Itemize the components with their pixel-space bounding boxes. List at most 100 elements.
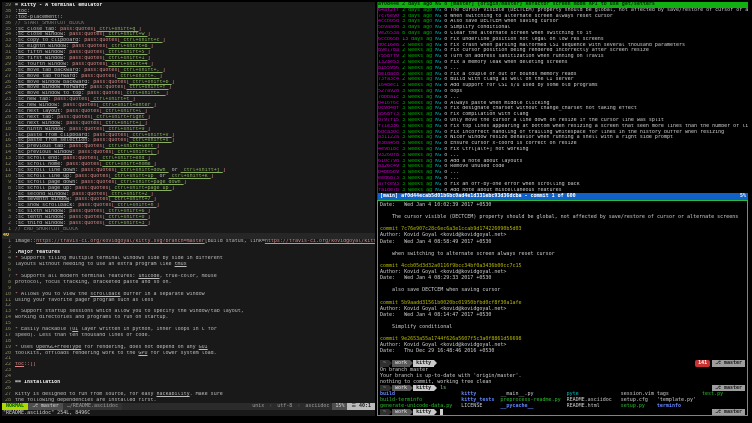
- text-segment: layer written in python, inner loops in …: [78, 327, 216, 332]
- text-segment: sc_sixth_window: [18, 209, 63, 214]
- text-segment: sc_new_tab: [18, 97, 48, 102]
- text-segment: ]: [147, 221, 150, 226]
- text-segment: ::[]: [24, 362, 36, 367]
- text-segment: pass:quotes[: [93, 80, 129, 85]
- text-segment: pass:quotes[: [72, 62, 108, 67]
- text-segment: pass:quotes[: [57, 115, 93, 120]
- editor-buffer[interactable]: 39= kitty - A terminal emulator38:toc:37…: [2, 2, 375, 403]
- text-segment: sc_next_tab: [18, 115, 51, 120]
- statusline-filetype: asciidoc: [302, 403, 332, 410]
- text-segment: toc: [15, 362, 24, 367]
- text-segment: `ctrl+shift+4`: [108, 62, 150, 67]
- text-segment: sc_paste_from_clipboard: [18, 133, 87, 138]
- text-segment: pass:quotes[: [75, 174, 111, 179]
- text-segment: sc_first_window: [18, 56, 63, 61]
- text-segment: pass:quotes[: [66, 121, 102, 126]
- text-segment: `ctrl+shift+8`: [108, 44, 150, 49]
- text-segment: ]: [144, 109, 147, 114]
- text-segment: layouts without needing to use an extra …: [15, 262, 175, 267]
- text-segment: pass:quotes[: [69, 221, 105, 226]
- text-segment: `ctrl+shift+q`: [96, 27, 138, 32]
- text-segment: ]: [157, 203, 160, 208]
- text-segment: Allows you to view the: [21, 292, 90, 297]
- vim-editor-pane[interactable]: 39= kitty - A terminal emulator38:toc:37…: [2, 2, 375, 416]
- text-segment: `ctrl+shift+t`: [90, 97, 132, 102]
- file-name: LICENSE: [461, 403, 500, 409]
- text-segment: pass:quotes[: [63, 156, 99, 161]
- text-segment: :: [27, 9, 30, 14]
- text-segment: sc_fourth_window: [18, 62, 66, 67]
- text-segment: kitty is designed to run from source, fo…: [15, 392, 156, 397]
- text-segment: ]: [151, 192, 154, 197]
- lines-icon: ☰: [351, 403, 355, 410]
- text-segment: `ctrl+shift+.`: [117, 74, 159, 79]
- text-segment: pass:quotes[: [87, 91, 123, 96]
- shell-prompt-line[interactable]: ~workkitty⎇ master: [380, 409, 745, 415]
- text-segment: , true-color, mouse: [160, 274, 217, 279]
- text-segment: pass:quotes[: [78, 203, 114, 208]
- text-segment: sc_tenth_window: [18, 215, 63, 220]
- text-segment: `ctrl+shift+,`: [120, 68, 162, 73]
- text-segment: ]: [154, 197, 157, 202]
- text-segment: Uses: [21, 345, 36, 350]
- text-segment: pass:quotes[: [84, 38, 120, 43]
- text-segment: ]: [211, 174, 214, 179]
- text-segment: `ctrl+shift+6`: [105, 209, 147, 214]
- text-segment: ]: [169, 85, 172, 90]
- text-segment: sc_scroll_page_up: [18, 186, 69, 191]
- statusline-spacer: [122, 403, 249, 410]
- text-segment: https://travis-ci.org/kovidgoyal/kitty: [265, 239, 375, 244]
- text-segment: using your favorite pager program such a…: [15, 298, 153, 303]
- text-segment: pass:quotes[: [81, 168, 117, 173]
- text-segment: ]: [163, 68, 166, 73]
- statusline-encoding: utf-8: [274, 403, 295, 410]
- text-segment: pass:quotes[: [84, 68, 120, 73]
- statusline-filename: …/README.asciidoc: [63, 403, 122, 410]
- statusline-file-format: unix: [249, 403, 267, 410]
- text-segment: toc: [18, 9, 27, 14]
- text-segment: `ctrl+shift+[`: [114, 150, 156, 155]
- text-segment: tmux: [175, 262, 187, 267]
- tig-window[interactable]: af0d44e2 days agoKGo[master] {origin/mas…: [377, 2, 748, 200]
- text-segment: pass:quotes[: [72, 44, 108, 49]
- text-segment: ]: [184, 180, 187, 185]
- terminal-output-line: The cursor visible (DECTCEM) property sh…: [380, 214, 745, 220]
- text-segment: `ctrl+shift+left`: [105, 144, 156, 149]
- text-segment: `ctrl+shift+1`: [105, 56, 147, 61]
- text-segment: pass:quotes[: [75, 186, 111, 191]
- tig-status-bar: [main] af0d44ecab5d01b6bc0ad4e1d331ebc93…: [378, 193, 748, 200]
- text-segment: pass:quotes[: [66, 109, 102, 114]
- text-segment: // END_SHORTCUT_BLOCK: [15, 227, 78, 232]
- text-segment: `ctrl+shift+s`: [129, 138, 171, 143]
- text-segment: for rendering, does not depend on any: [81, 345, 198, 350]
- text-segment: sc_previous_tab: [18, 144, 63, 149]
- text-segment: OpenGL+FreeType: [36, 345, 81, 350]
- text-segment: Supports all modern terminal features:: [21, 274, 138, 279]
- file-name: __pycache__: [500, 403, 566, 409]
- text-segment: `ctrl+shift+k`: [169, 174, 211, 179]
- text-segment: ]: [154, 103, 157, 108]
- text-segment: `ctrl+shift+5`: [105, 50, 147, 55]
- text-segment: sc_next_window: [18, 121, 60, 126]
- text-segment: ]: [163, 38, 166, 43]
- text-segment: sc_show_scrollback: [18, 203, 72, 208]
- editor-line[interactable]: 1image::https://travis-ci.org/kovidgoyal…: [2, 239, 375, 245]
- text-segment: `ctrl+shift+3`: [105, 221, 147, 226]
- text-segment: `ctrl+shift+h`: [114, 203, 156, 208]
- text-segment: sc_new_window: [18, 103, 57, 108]
- text-segment: `ctrl+shift+page_up`: [111, 186, 171, 191]
- text-segment: pass:quotes[: [54, 97, 90, 102]
- text-segment: pass:quotes[: [69, 56, 105, 61]
- text-segment: buffer in a separate window: [120, 292, 204, 297]
- text-segment: = kitty - A terminal emulator: [15, 3, 102, 8]
- text-segment: pass:quotes[: [90, 85, 126, 90]
- text-segment: ]: [172, 80, 175, 85]
- shell-window[interactable]: Date: Wed Jan 4 10:02:39 2017 +0530 The …: [377, 200, 748, 416]
- cursor-position: ☰ 40:1: [347, 403, 375, 410]
- text-segment: sc_scroll_line_down: [18, 168, 75, 173]
- text-segment: ]: [147, 215, 150, 220]
- text-segment: sc_copy_to_clipboard: [18, 38, 78, 43]
- terminal-cursor[interactable]: [440, 409, 443, 415]
- text-segment: ]: [144, 121, 147, 126]
- tig-commit-list[interactable]: af0d44e2 days agoKGo[master] {origin/mas…: [378, 2, 748, 193]
